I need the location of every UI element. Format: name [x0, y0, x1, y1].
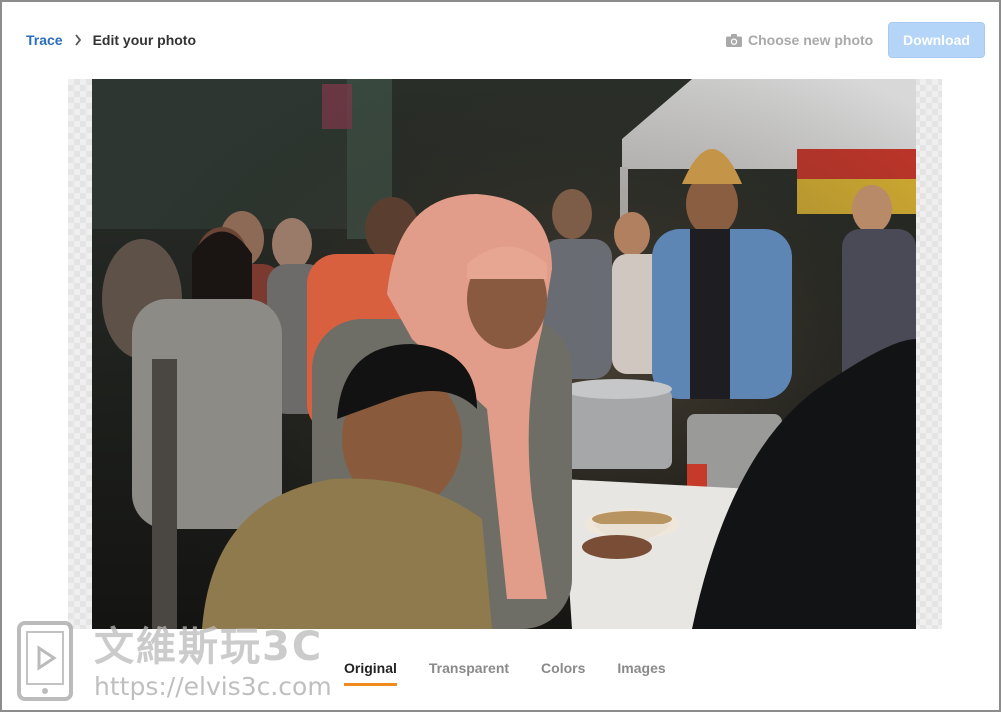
- choose-new-photo-button[interactable]: Choose new photo: [726, 32, 873, 48]
- tab-transparent[interactable]: Transparent: [429, 660, 509, 686]
- header: Trace Edit your photo Choose new photo D…: [2, 2, 1001, 78]
- breadcrumb: Trace Edit your photo: [26, 32, 196, 48]
- tablet-play-icon: [16, 620, 74, 707]
- page-title: Edit your photo: [92, 32, 197, 48]
- chevron-right-icon: [73, 33, 83, 47]
- download-button[interactable]: Download: [888, 22, 985, 58]
- view-tabs: Original Transparent Colors Images: [344, 660, 698, 686]
- tab-images[interactable]: Images: [617, 660, 665, 686]
- photo-preview: [92, 79, 916, 629]
- app-frame: Trace Edit your photo Choose new photo D…: [0, 0, 1001, 712]
- choose-new-photo-label: Choose new photo: [748, 32, 874, 48]
- tab-colors[interactable]: Colors: [541, 660, 585, 686]
- watermark-url: https://elvis3c.com: [94, 672, 332, 701]
- photo-canvas: [68, 79, 942, 629]
- tab-original[interactable]: Original: [344, 660, 397, 686]
- breadcrumb-root-link[interactable]: Trace: [26, 32, 63, 48]
- camera-icon: [726, 33, 742, 47]
- photo-image: [92, 79, 916, 629]
